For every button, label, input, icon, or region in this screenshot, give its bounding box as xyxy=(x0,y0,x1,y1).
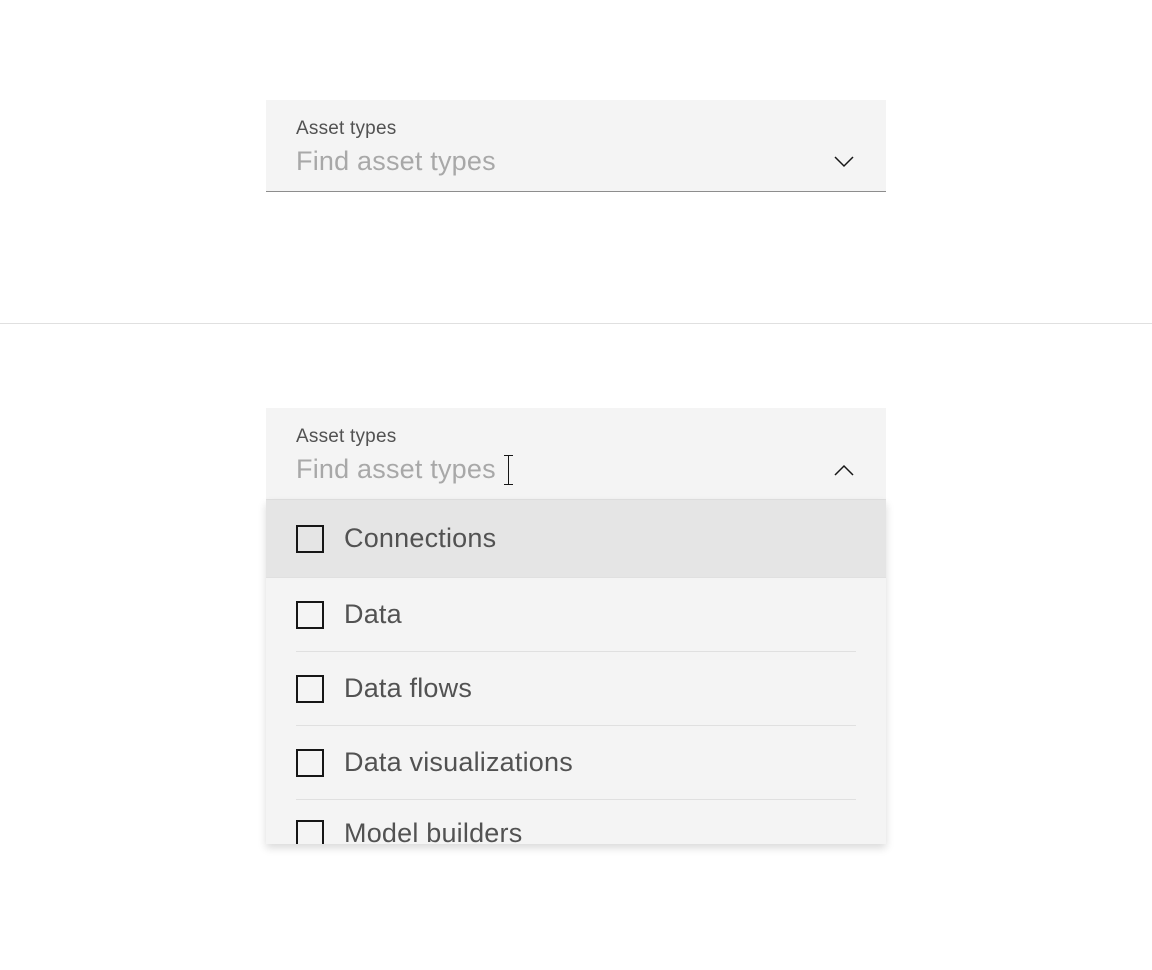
collapsed-dropdown-section: Asset types Find asset types xyxy=(0,0,1152,192)
section-divider xyxy=(0,323,1152,324)
expanded-dropdown-section: Asset types Find asset types xyxy=(0,408,1152,844)
dropdown-field[interactable]: Asset types Find asset types xyxy=(266,100,886,192)
option-label: Data flows xyxy=(344,673,472,704)
dropdown-label: Asset types xyxy=(296,426,856,448)
checkbox-icon[interactable] xyxy=(296,601,324,629)
dropdown-placeholder[interactable]: Find asset types xyxy=(296,146,832,177)
checkbox-icon[interactable] xyxy=(296,525,324,553)
asset-types-dropdown-collapsed[interactable]: Asset types Find asset types xyxy=(266,100,886,192)
checkbox-icon[interactable] xyxy=(296,749,324,777)
dropdown-input-field[interactable]: Find asset types xyxy=(296,454,832,485)
dropdown-input-row: Find asset types xyxy=(296,454,856,485)
dropdown-menu: Connections Data Data flows Data visua xyxy=(266,500,886,844)
chevron-up-icon[interactable] xyxy=(832,463,856,477)
option-label: Data visualizations xyxy=(344,747,573,778)
dropdown-input-row: Find asset types xyxy=(296,146,856,177)
asset-types-dropdown-expanded[interactable]: Asset types Find asset types xyxy=(266,408,886,844)
dropdown-option-connections[interactable]: Connections xyxy=(266,500,886,578)
option-label: Data xyxy=(344,599,402,630)
dropdown-option-data[interactable]: Data xyxy=(266,578,886,652)
text-cursor-icon xyxy=(508,455,509,485)
chevron-down-icon[interactable] xyxy=(832,155,856,169)
dropdown-option-data-visualizations[interactable]: Data visualizations xyxy=(266,726,886,800)
checkbox-icon[interactable] xyxy=(296,675,324,703)
dropdown-placeholder: Find asset types xyxy=(296,454,496,485)
dropdown-option-model-builders[interactable]: Model builders xyxy=(266,800,886,844)
option-label: Connections xyxy=(344,523,496,554)
dropdown-field[interactable]: Asset types Find asset types xyxy=(266,408,886,500)
dropdown-option-data-flows[interactable]: Data flows xyxy=(266,652,886,726)
checkbox-icon[interactable] xyxy=(296,820,324,845)
option-label: Model builders xyxy=(344,818,522,844)
dropdown-label: Asset types xyxy=(296,118,856,140)
